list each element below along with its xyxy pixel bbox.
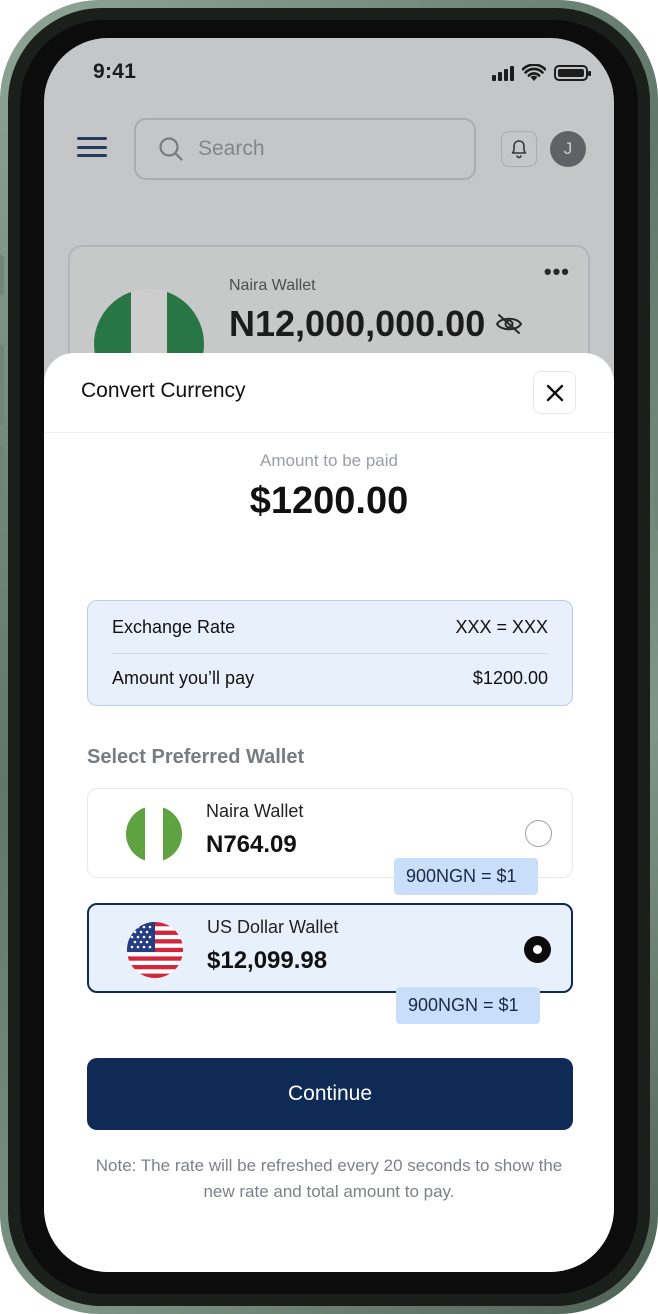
refresh-note: Note: The rate will be refreshed every 2… [95,1156,563,1201]
wallet-name: US Dollar Wallet [207,917,339,937]
rate-summary-box: Exchange Rate XXX = XXX Amount you’ll pa… [87,600,573,706]
wallet-radio-selected[interactable] [524,936,551,963]
divider [112,653,548,654]
exchange-rate-label: Exchange Rate [112,617,236,637]
phone-frame: 9:41 Search J Naira Wallet N12,000,000.0… [0,0,658,1314]
select-wallet-label: Select Preferred Wallet [87,746,305,768]
mute-switch [0,255,4,295]
sheet-title: Convert Currency [81,379,246,402]
us-flag-icon [127,922,183,978]
wallet-balance: N764.09 [206,831,297,858]
close-icon [546,384,563,401]
wallet-rate-tag: 900NGN = $1 [394,858,538,895]
amount-pay-label: Amount you’ll pay [112,668,255,688]
convert-currency-sheet: Convert Currency Amount to be paid $1200… [44,353,614,1272]
exchange-rate-value: XXX = XXX [455,617,548,637]
wallet-balance: $12,099.98 [207,947,328,974]
amount-pay-row: Amount you’ll pay $1200.00 [112,668,548,689]
volume-up-button [0,345,4,425]
wallet-rate-tag: 900NGN = $1 [396,987,540,1024]
power-button [654,400,658,530]
volume-down-button [0,445,4,525]
amount-pay-value: $1200.00 [472,668,548,688]
exchange-rate-row: Exchange Rate XXX = XXX [112,617,548,638]
amount-label: Amount to be paid [260,451,398,470]
screen: 9:41 Search J Naira Wallet N12,000,000.0… [44,38,614,1272]
wallet-radio[interactable] [525,820,552,847]
amount-value: $1200.00 [249,480,409,522]
continue-button[interactable]: Continue [87,1058,573,1130]
wallet-name: Naira Wallet [206,801,304,821]
usd-wallet-option[interactable]: US Dollar Wallet $12,099.98 [87,903,573,993]
nigeria-flag-icon [126,806,182,862]
close-button[interactable] [533,371,576,414]
sheet-header: Convert Currency [44,353,614,433]
